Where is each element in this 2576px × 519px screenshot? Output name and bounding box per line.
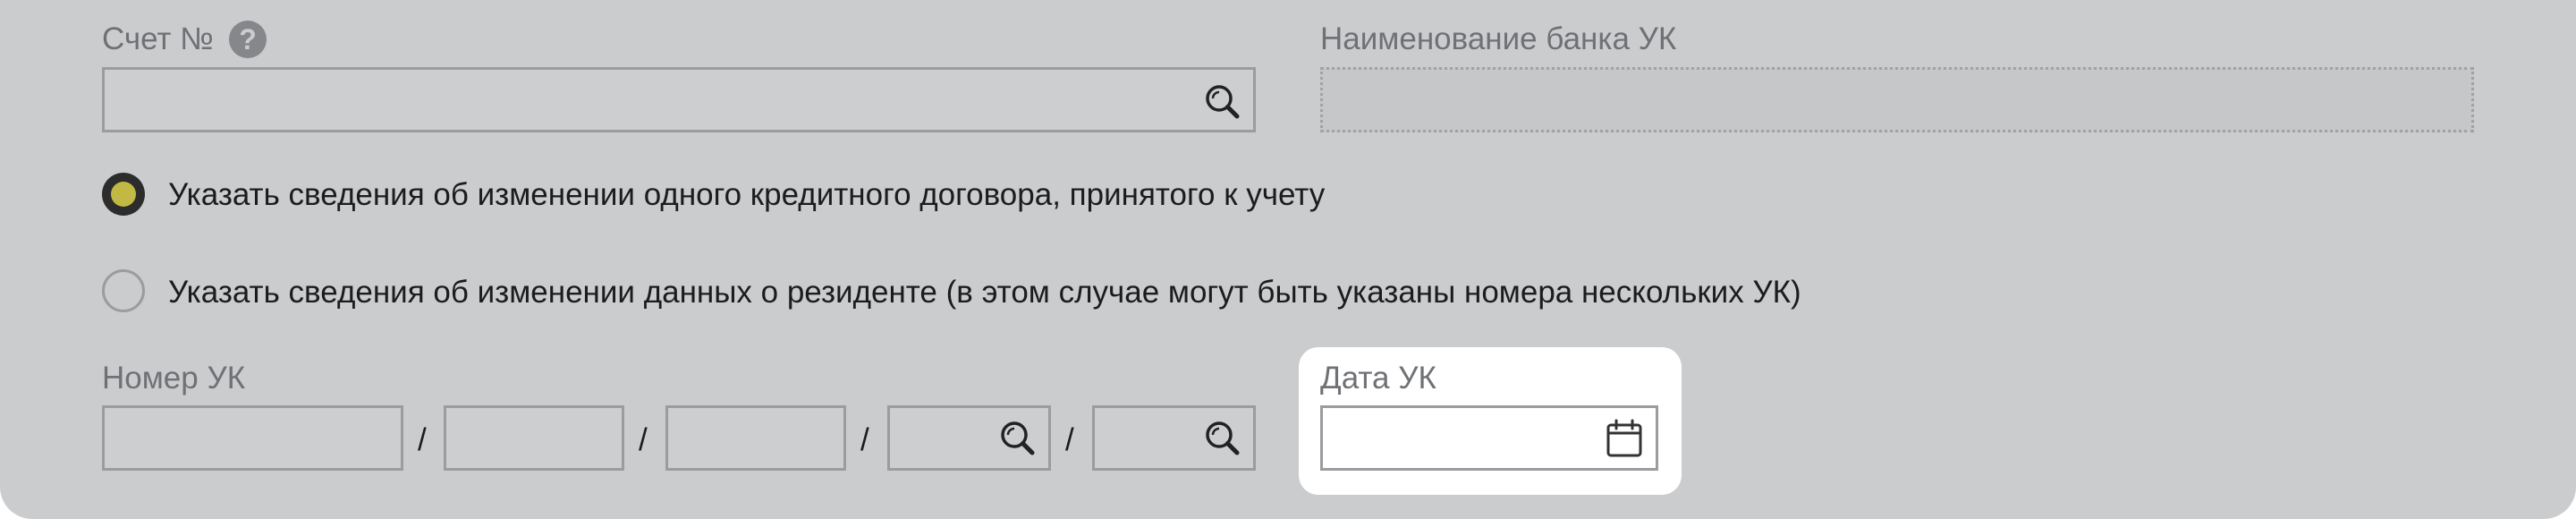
radio-resident-data[interactable]: [102, 269, 145, 312]
radio-single-contract-label[interactable]: Указать сведения об изменении одного кре…: [168, 177, 1325, 213]
radio-resident-data-label[interactable]: Указать сведения об изменении данных о р…: [168, 275, 1801, 311]
question-circle-icon[interactable]: ?: [229, 21, 267, 58]
search-icon[interactable]: [1203, 82, 1242, 122]
separator: /: [860, 422, 869, 457]
uk-date-input[interactable]: [1320, 405, 1658, 471]
uk-number-part-4[interactable]: [887, 405, 1051, 471]
separator: /: [418, 422, 427, 457]
uk-number-part-5[interactable]: [1092, 405, 1256, 471]
uk-number-part-2[interactable]: [444, 405, 624, 471]
account-input[interactable]: [102, 67, 1256, 132]
separator: /: [639, 422, 648, 457]
account-label: Счет №: [102, 21, 214, 56]
uk-number-part-3[interactable]: [665, 405, 846, 471]
radio-selected-dot: [111, 182, 136, 207]
form-panel: Счет № ? Наименование банка УК Указать с…: [0, 0, 2576, 519]
uk-date-highlight: Дата УК: [1299, 347, 1682, 495]
uk-number-label: Номер УК: [102, 361, 246, 396]
uk-date-label: Дата УК: [1320, 361, 1436, 396]
separator: /: [1065, 422, 1074, 457]
search-icon[interactable]: [1203, 419, 1242, 458]
search-icon[interactable]: [998, 419, 1038, 458]
bank-name-field: [1320, 67, 2474, 132]
calendar-icon[interactable]: [1606, 419, 1643, 458]
radio-single-contract[interactable]: [102, 173, 145, 216]
uk-number-part-1[interactable]: [102, 405, 403, 471]
bank-name-label: Наименование банка УК: [1320, 21, 1677, 56]
